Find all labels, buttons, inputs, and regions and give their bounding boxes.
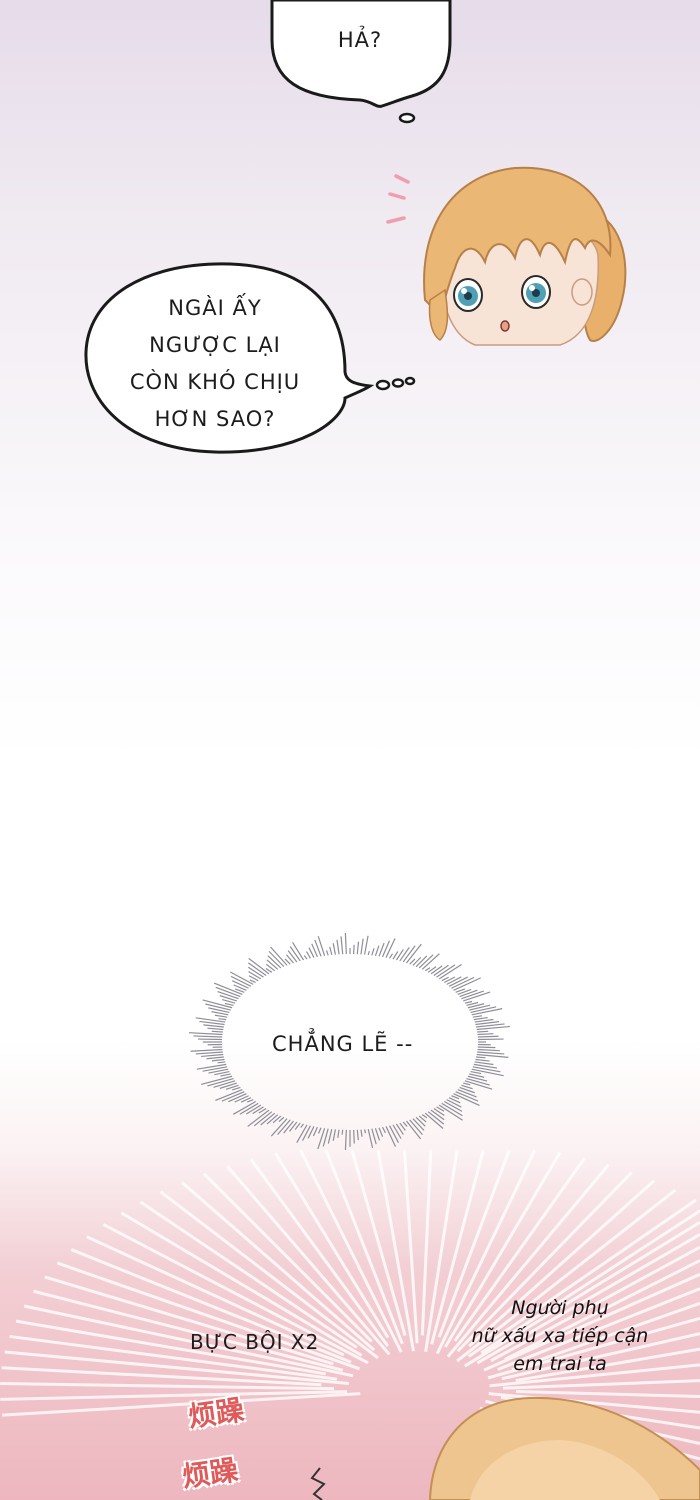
speed-line [274, 1152, 390, 1339]
speed-line [0, 1382, 335, 1391]
speed-line [515, 1389, 700, 1398]
handwritten-caption: Người phụ nữ xấu xa tiếp cận em trai ta [440, 1294, 680, 1378]
sfx-text: 烦躁 [180, 1453, 241, 1494]
handwritten-line: Người phụ [511, 1297, 609, 1319]
speed-line [376, 1149, 415, 1352]
handwritten-line: em trai ta [513, 1353, 607, 1375]
handwritten-line: nữ xấu xa tiếp cận [471, 1325, 649, 1347]
speed-line [420, 1149, 433, 1336]
caption-left: BỰC BỘI X2 [190, 1330, 320, 1354]
sfx-text: 烦躁 [186, 1393, 247, 1434]
comic-page: HẢ? NGÀI ẤY NGƯỢC LẠI CÒN KHÓ CHỊU HƠN S… [0, 0, 700, 1500]
jagged-line-mark [310, 1467, 326, 1500]
speed-lines-background [0, 1149, 700, 1500]
